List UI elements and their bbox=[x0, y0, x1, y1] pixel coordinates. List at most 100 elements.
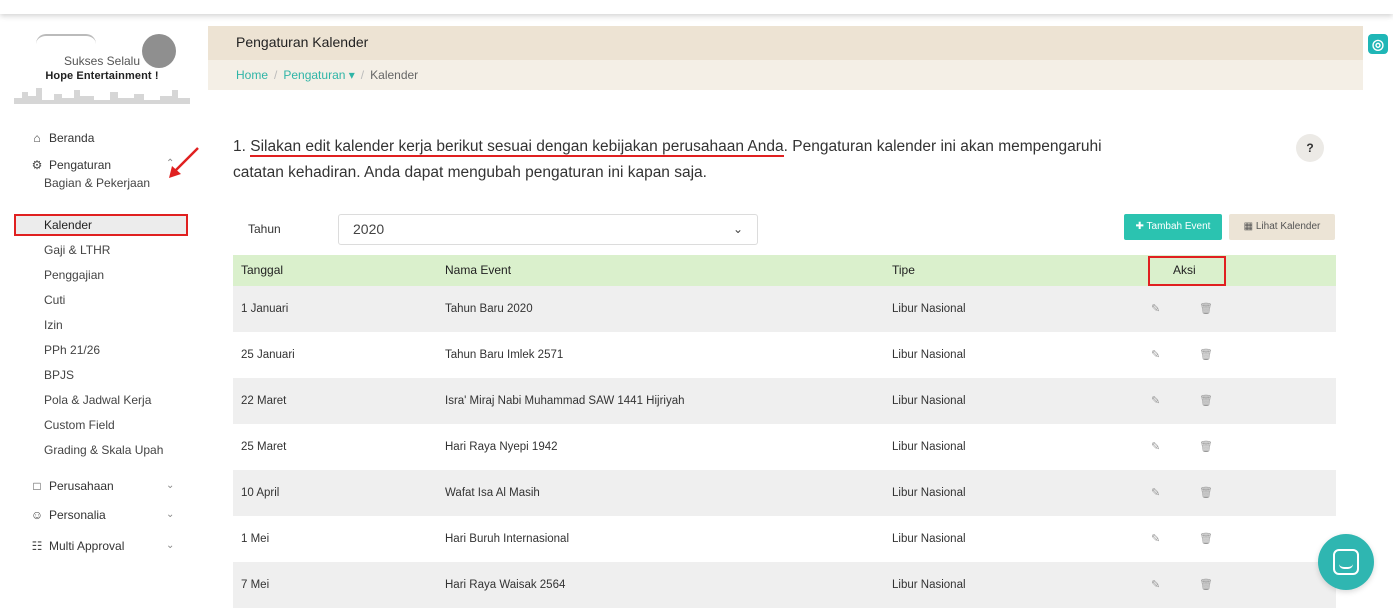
event-date: 1 Januari bbox=[241, 303, 289, 315]
event-name: Isra' Miraj Nabi Muhammad SAW 1441 Hijri… bbox=[445, 395, 685, 407]
cogs-icon: ⚙ bbox=[31, 158, 43, 172]
sidebar-subitem-bagian-pekerjaan[interactable]: Bagian & Pekerjaan bbox=[44, 174, 150, 192]
event-type: Libur Nasional bbox=[892, 487, 966, 499]
column-header-date: Tanggal bbox=[241, 263, 284, 277]
edit-icon[interactable]: ✎ bbox=[1151, 424, 1160, 470]
breadcrumb-separator: / bbox=[274, 68, 278, 82]
event-date: 10 April bbox=[241, 487, 280, 499]
sidebar-item-label: Pengaturan bbox=[49, 158, 112, 172]
sitemap-icon: ☷ bbox=[31, 539, 43, 553]
sidebar-item-label: Personalia bbox=[49, 508, 106, 522]
help-button[interactable]: ? bbox=[1296, 134, 1324, 162]
trash-icon[interactable]: 🗑 bbox=[1199, 424, 1213, 470]
trash-icon[interactable]: 🗑 bbox=[1199, 332, 1213, 378]
sidebar-subitem-grading[interactable]: Grading & Skala Upah bbox=[44, 441, 163, 459]
trash-icon[interactable]: 🗑 bbox=[1199, 286, 1213, 332]
intro-highlight: Silakan edit kalender kerja berikut sesu… bbox=[250, 138, 784, 157]
event-type: Libur Nasional bbox=[892, 533, 966, 545]
sidebar-subitem-custom-field[interactable]: Custom Field bbox=[44, 416, 115, 434]
event-name: Tahun Baru 2020 bbox=[445, 303, 533, 315]
breadcrumb-home[interactable]: Home bbox=[236, 68, 268, 82]
sidebar-subitem-gaji-lthr[interactable]: Gaji & LTHR bbox=[44, 241, 110, 259]
sidebar-subitem-cuti[interactable]: Cuti bbox=[44, 291, 65, 309]
brand-tagline: Sukses Selalu bbox=[63, 54, 141, 68]
chat-launcher-button[interactable] bbox=[1318, 534, 1374, 590]
event-type: Libur Nasional bbox=[892, 395, 966, 407]
event-date: 25 Maret bbox=[241, 441, 287, 453]
brand-name: Hope Entertainment ! bbox=[45, 70, 159, 82]
page-title: Pengaturan Kalender bbox=[236, 34, 369, 50]
edit-icon[interactable]: ✎ bbox=[1151, 562, 1160, 608]
add-event-button[interactable]: ✚ Tambah Event bbox=[1124, 214, 1222, 240]
skyline-decoration bbox=[14, 88, 190, 104]
table-header: Tanggal Nama Event Tipe Aksi bbox=[233, 255, 1336, 286]
smile-icon: ☺ bbox=[30, 508, 44, 522]
edit-icon[interactable]: ✎ bbox=[1151, 516, 1160, 562]
trash-icon[interactable]: 🗑 bbox=[1199, 562, 1213, 608]
sidebar-subitem-pola-jadwal[interactable]: Pola & Jadwal Kerja bbox=[44, 391, 151, 409]
table-row: 25 Maret Hari Raya Nyepi 1942 Libur Nasi… bbox=[233, 424, 1336, 470]
title-band bbox=[208, 26, 1363, 60]
chevron-down-icon: ⌄ bbox=[732, 222, 743, 236]
sidebar-subitem-pph[interactable]: PPh 21/26 bbox=[44, 341, 100, 359]
edit-icon[interactable]: ✎ bbox=[1151, 332, 1160, 378]
year-select[interactable]: 2020 ⌄ bbox=[338, 214, 758, 245]
table-row: 1 Mei Hari Buruh Internasional Libur Nas… bbox=[233, 516, 1336, 562]
column-header-type: Tipe bbox=[892, 263, 915, 277]
event-type: Libur Nasional bbox=[892, 579, 966, 591]
annotation-box bbox=[1148, 256, 1226, 286]
sidebar-item-personalia[interactable]: ☺ Personalia bbox=[30, 505, 106, 525]
event-name: Hari Buruh Internasional bbox=[445, 533, 570, 545]
sidebar-item-beranda[interactable]: ⌂ Beranda bbox=[30, 128, 94, 148]
table-row: 10 April Wafat Isa Al Masih Libur Nasion… bbox=[233, 470, 1336, 516]
page-header: Pengaturan Kalender Home / Pengaturan ▾ / Ka… bbox=[208, 26, 1363, 90]
sidebar-item-label: Perusahaan bbox=[49, 479, 114, 493]
event-name: Hari Raya Nyepi 1942 bbox=[445, 441, 558, 453]
sidebar-item-pengaturan[interactable]: ⚙ Pengaturan bbox=[30, 155, 111, 175]
sidebar-subitem-kalender[interactable]: Kalender bbox=[44, 216, 92, 234]
top-bar bbox=[0, 0, 1393, 14]
home-icon: ⌂ bbox=[33, 131, 41, 145]
event-date: 25 Januari bbox=[241, 349, 295, 361]
chevron-down-icon[interactable]: ⌄ bbox=[166, 540, 174, 551]
trash-icon[interactable]: 🗑 bbox=[1199, 470, 1213, 516]
column-header-name: Nama Event bbox=[445, 263, 512, 277]
event-type: Libur Nasional bbox=[892, 349, 966, 361]
chevron-down-icon[interactable]: ⌄ bbox=[166, 509, 174, 520]
folder-icon: □ bbox=[33, 479, 41, 493]
extension-icon[interactable]: ◎ bbox=[1368, 34, 1388, 54]
view-calendar-button[interactable]: ▦ Lihat Kalender bbox=[1229, 214, 1335, 240]
table-row: 25 Januari Tahun Baru Imlek 2571 Libur N… bbox=[233, 332, 1336, 378]
breadcrumb-pengaturan[interactable]: Pengaturan bbox=[283, 68, 345, 82]
event-date: 1 Mei bbox=[241, 533, 270, 545]
event-type: Libur Nasional bbox=[892, 303, 966, 315]
sidebar-subitem-bpjs[interactable]: BPJS bbox=[44, 366, 74, 384]
sidebar: Sukses Selalu Hope Entertainment ! ⌂ Ber… bbox=[0, 14, 208, 611]
year-label: Tahun bbox=[248, 222, 281, 236]
year-value: 2020 bbox=[353, 221, 385, 237]
trash-icon[interactable]: 🗑 bbox=[1199, 516, 1213, 562]
intro-text: 1. Silakan edit kalender kerja berikut s… bbox=[233, 134, 1113, 186]
sidebar-subitem-penggajian[interactable]: Penggajian bbox=[44, 266, 104, 284]
breadcrumb-current: Kalender bbox=[370, 68, 419, 82]
breadcrumb: Home / Pengaturan ▾ / Kalender bbox=[236, 68, 418, 82]
sidebar-item-label: Beranda bbox=[49, 131, 95, 145]
chat-icon bbox=[1333, 549, 1359, 575]
event-date: 22 Maret bbox=[241, 395, 287, 407]
company-logo[interactable]: Sukses Selalu Hope Entertainment ! bbox=[14, 30, 190, 106]
cloud-decoration bbox=[36, 34, 96, 44]
sidebar-subitem-izin[interactable]: Izin bbox=[44, 316, 63, 334]
edit-icon[interactable]: ✎ bbox=[1151, 470, 1160, 516]
table-row: 1 Januari Tahun Baru 2020 Libur Nasional… bbox=[233, 286, 1336, 332]
edit-icon[interactable]: ✎ bbox=[1151, 286, 1160, 332]
sidebar-item-perusahaan[interactable]: □ Perusahaan bbox=[30, 476, 114, 496]
active-item-highlight bbox=[14, 214, 188, 236]
edit-icon[interactable]: ✎ bbox=[1151, 378, 1160, 424]
trash-icon[interactable]: 🗑 bbox=[1199, 378, 1213, 424]
event-date: 7 Mei bbox=[241, 579, 270, 591]
intro-prefix: 1. bbox=[233, 138, 251, 155]
sidebar-item-multi-approval[interactable]: ☷ Multi Approval bbox=[30, 536, 125, 556]
caret-down-icon[interactable]: ▾ bbox=[349, 68, 355, 82]
chevron-down-icon[interactable]: ⌄ bbox=[166, 480, 174, 491]
event-type: Libur Nasional bbox=[892, 441, 966, 453]
